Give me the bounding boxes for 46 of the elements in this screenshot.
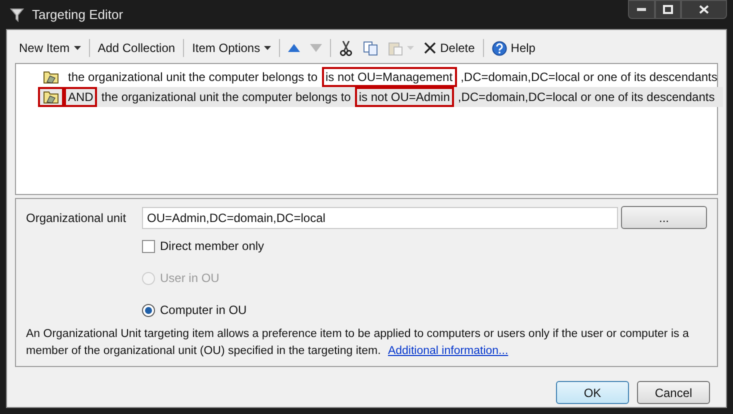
- close-icon: [699, 5, 709, 14]
- close-button[interactable]: [681, 0, 727, 19]
- item-text: is not OU=Management: [322, 67, 457, 87]
- maximize-button[interactable]: [655, 0, 681, 19]
- copy-icon: [363, 40, 378, 56]
- radio-label: Computer in OU: [160, 302, 247, 319]
- toolbar-button[interactable]: Add Collection: [94, 36, 180, 60]
- caret-icon: [74, 46, 81, 50]
- ou-input-field[interactable]: OU=Admin,DC=domain,DC=local: [142, 206, 618, 228]
- delete-button[interactable]: Delete: [420, 36, 479, 60]
- dialog-button[interactable]: OK: [556, 381, 629, 404]
- help-icon: [492, 40, 507, 56]
- menu-button[interactable]: Item Options: [188, 36, 276, 60]
- list-item[interactable]: AND the organizational unit the computer belongs to is not OU=Admin ,DC=domain,DC=local or one of its descendants: [38, 87, 723, 107]
- clipboard-icon: [388, 40, 404, 56]
- browse-button[interactable]: ...: [621, 206, 707, 229]
- radio-label: User in OU: [160, 270, 220, 287]
- item-text: the organizational unit the computer belongs to: [100, 89, 352, 106]
- help-button[interactable]: Help: [488, 36, 540, 60]
- funnel-icon: [10, 8, 24, 22]
- down-arrow-icon: [310, 44, 322, 52]
- dialog-button[interactable]: Cancel: [637, 381, 710, 404]
- caret-icon: [407, 46, 414, 50]
- additional-info-link[interactable]: Additional information...: [388, 345, 508, 357]
- up-arrow-icon: [288, 44, 300, 52]
- item-text: the organizational unit the computer belongs to: [67, 69, 318, 86]
- menu-button[interactable]: New Item: [15, 36, 85, 60]
- caret-icon: [264, 46, 272, 50]
- close-icon: [424, 42, 436, 54]
- minimize-button[interactable]: [628, 0, 655, 19]
- description-text: An Organizational Unit targeting item allows a preference item to be applied to computers or users only if the user or computer is a member of the organizational unit (OU) specified in the targeting item. Additional information...: [26, 327, 690, 359]
- scissors-icon: [339, 40, 354, 56]
- item-text: is not OU=Admin: [354, 87, 454, 107]
- minimize-icon: [637, 8, 646, 11]
- checkbox-label: Direct member only: [160, 238, 264, 255]
- radio-button[interactable]: [142, 304, 155, 316]
- field-label: Organizational unit: [26, 210, 128, 226]
- window-title: Targeting Editor: [32, 6, 124, 24]
- list-item[interactable]: the organizational unit the computer belongs to is not OU=Management ,DC=domain,DC=local or one of its descendants: [38, 67, 726, 87]
- item-text: ,DC=domain,DC=local or one of its descendants: [456, 89, 716, 106]
- folder-icon: [43, 90, 59, 104]
- checkbox[interactable]: [142, 240, 155, 252]
- item-text: AND: [64, 87, 98, 107]
- folder-icon: [43, 70, 59, 84]
- item-text: ,DC=domain,DC=local or one of its descendants: [460, 69, 718, 86]
- maximize-icon: [663, 5, 673, 14]
